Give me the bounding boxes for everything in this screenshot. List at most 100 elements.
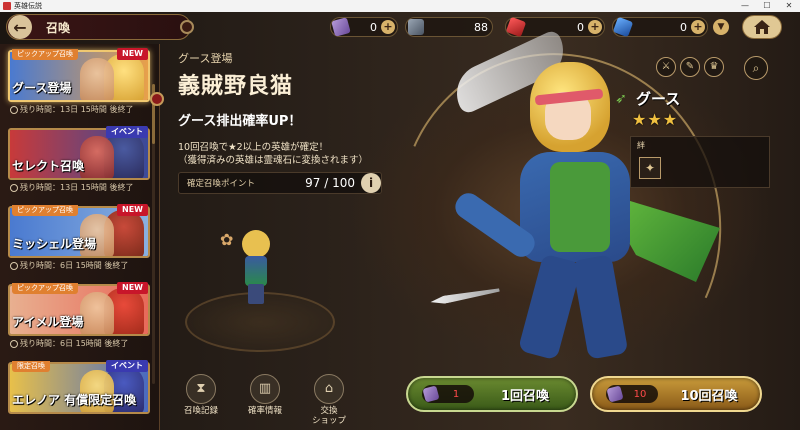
banner-tag: ピックアップ召喚 <box>12 205 78 216</box>
chart-icon: ▥ <box>250 374 280 404</box>
app-icon <box>3 2 11 10</box>
banner-item[interactable]: 限定召喚 イベント エレノア 有償限定召喚 <box>8 360 150 430</box>
currency-blue-crystal: 0 + <box>612 16 708 38</box>
close-button[interactable]: ✕ <box>778 0 800 12</box>
page-title: 召喚 <box>46 20 71 35</box>
chevron-down-icon: ▼ <box>717 22 725 32</box>
banner-tag: ピックアップ召喚 <box>12 283 78 294</box>
new-badge: NEW <box>117 282 148 294</box>
cost-value: 10 <box>633 388 647 400</box>
bond-skill-icon[interactable]: ✦ <box>639 157 661 179</box>
bow-class-icon: ➶ <box>615 90 627 107</box>
banner-subtitle: グース登場 <box>178 52 233 65</box>
back-arrow-icon: ← <box>13 17 27 37</box>
banner-remaining: 残り時間：6日 15時間 後終了 <box>10 260 128 271</box>
description-line: 10回召喚で★2以上の英雄が確定！ <box>178 142 329 153</box>
currency-value: 0 <box>577 20 584 34</box>
chibi-character[interactable] <box>238 230 274 306</box>
character-controls: ⚔ ✎ ♛ <box>656 57 724 77</box>
bottom-menu: ⧗ 召喚記録 ▥ 確率情報 ⌂ 交換 ショップ <box>176 374 354 426</box>
ornament-icon <box>180 20 194 34</box>
summon-label: 10回召喚 <box>680 388 738 404</box>
banner-tag: 限定召喚 <box>12 361 50 372</box>
bond-panel: 絆 ✦ <box>630 136 770 188</box>
add-blue-crystal-button[interactable]: + <box>691 20 705 34</box>
zoom-button[interactable]: ⌕ <box>744 56 768 80</box>
currency-value: 0 <box>370 20 377 34</box>
banner-name: アイメル登場 <box>12 315 84 329</box>
banner-name: ミッシェル登場 <box>12 237 97 251</box>
search-icon: ⌕ <box>752 61 760 75</box>
crown-icon[interactable]: ♛ <box>704 57 724 77</box>
banner-remaining: 残り時間：13日 15時間 後終了 <box>10 104 133 115</box>
menu-label: 確率情報 <box>247 406 282 416</box>
character-name: グース <box>636 90 681 108</box>
exchange-shop-button[interactable]: ⌂ 交換 ショップ <box>304 374 354 426</box>
window-titlebar: 英雄伝説 — ☐ ✕ <box>0 0 800 12</box>
maximize-button[interactable]: ☐ <box>756 0 778 12</box>
probability-info-button[interactable]: ▥ 確率情報 <box>240 374 290 426</box>
banner-list[interactable]: ピックアップ召喚 NEW グース登場 残り時間：13日 15時間 後終了 イベン… <box>0 44 160 430</box>
banner-item[interactable]: ピックアップ召喚 NEW アイメル登場 残り時間：6日 15時間 後終了 <box>8 282 150 352</box>
banner-title: 義賊野良猫 <box>178 73 294 99</box>
menu-label: 召喚記録 <box>183 406 218 416</box>
clock-icon <box>10 339 18 348</box>
menu-label: 交換 ショップ <box>311 406 346 426</box>
add-ticket-button[interactable]: + <box>381 20 395 34</box>
home-icon <box>754 20 770 34</box>
selected-indicator-icon <box>150 92 164 106</box>
banner-tag: ピックアップ召喚 <box>12 49 78 60</box>
clock-icon <box>10 105 18 114</box>
info-icon[interactable]: i <box>361 173 381 193</box>
back-button[interactable]: ← <box>8 15 32 39</box>
home-button[interactable] <box>742 15 782 39</box>
currency-dropdown-button[interactable]: ▼ <box>713 19 729 35</box>
banner-item[interactable]: ピックアップ召喚 NEW ミッシェル登場 残り時間：6日 15時間 後終了 <box>8 204 150 274</box>
banner-name: セレクト召喚 <box>12 159 85 173</box>
summon-cost: 1 <box>422 385 474 403</box>
event-badge: イベント <box>106 360 148 372</box>
currency-value: 0 <box>680 20 687 34</box>
clock-icon <box>10 183 18 192</box>
currency-value: 88 <box>474 20 488 34</box>
banner-list-scrollbar[interactable] <box>152 84 155 384</box>
new-badge: NEW <box>117 204 148 216</box>
currency-summon-ticket: 0 + <box>330 17 398 37</box>
window-title: 英雄伝説 <box>14 2 42 10</box>
top-bar: ← 召喚 0 + 88 0 + 0 + ▼ <box>0 12 800 42</box>
flower-icon: ✿ <box>220 230 234 249</box>
summon-ticket-icon <box>331 17 351 37</box>
currency-stone: 88 <box>405 17 493 37</box>
minimize-button[interactable]: — <box>734 0 756 12</box>
add-red-crystal-button[interactable]: + <box>588 20 602 34</box>
banner-info: グース登場 義賊野良猫 グース排出確率UP！ 10回召喚で★2以上の英雄が確定！… <box>178 50 408 167</box>
summon-cost: 10 <box>606 385 658 403</box>
shop-icon: ⌂ <box>314 374 344 404</box>
banner-name: エレノア 有償限定召喚 <box>12 393 137 407</box>
banner-remaining: 残り時間：13日 15時間 後終了 <box>10 182 133 193</box>
history-icon: ⧗ <box>186 374 216 404</box>
game-screen: ← 召喚 0 + 88 0 + 0 + ▼ ピックアップ召喚 NEW グース登場… <box>0 12 800 430</box>
ten-summon-button[interactable]: 10 10回召喚 <box>590 376 762 412</box>
summon-label: 1回召喚 <box>500 388 550 404</box>
sword-icon[interactable]: ⚔ <box>656 57 676 77</box>
banner-item[interactable]: イベント セレクト召喚 残り時間：13日 15時間 後終了 <box>8 126 150 196</box>
banner-name: グース登場 <box>12 81 72 95</box>
clock-icon <box>10 261 18 270</box>
bond-label: 絆 <box>637 141 645 150</box>
pen-icon[interactable]: ✎ <box>680 57 700 77</box>
rarity-stars: ★★★ <box>632 110 679 129</box>
single-summon-button[interactable]: 1 1回召喚 <box>406 376 578 412</box>
banner-remaining: 残り時間：6日 15時間 後終了 <box>10 338 128 349</box>
banner-item[interactable]: ピックアップ召喚 NEW グース登場 残り時間：13日 15時間 後終了 <box>8 48 150 118</box>
summon-history-button[interactable]: ⧗ 召喚記録 <box>176 374 226 426</box>
new-badge: NEW <box>117 48 148 60</box>
summon-ticket-icon <box>606 385 624 403</box>
points-value: 97 / 100 <box>305 176 355 190</box>
summon-ticket-icon <box>422 385 440 403</box>
points-label: 確定召喚ポイント <box>187 179 256 189</box>
banner-description: 10回召喚で★2以上の英雄が確定！ （獲得済みの英雄は霊魂石に変換されます） <box>178 141 408 167</box>
stone-icon <box>408 19 424 35</box>
guarantee-points-bar: 確定召喚ポイント 97 / 100 i <box>178 172 382 194</box>
cost-value: 1 <box>452 388 460 400</box>
